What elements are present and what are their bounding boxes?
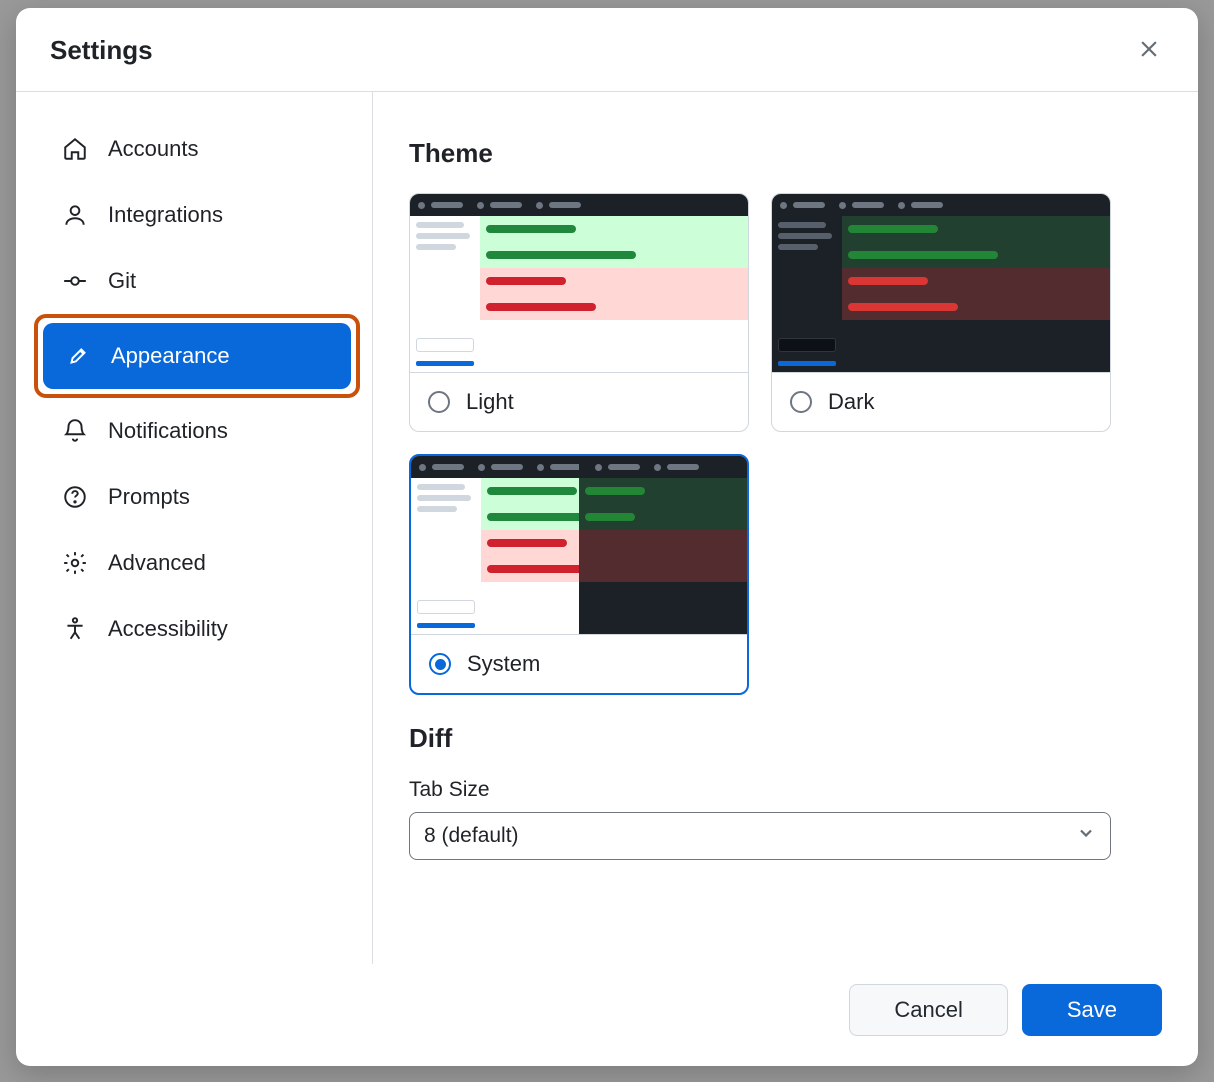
sidebar-item-notifications[interactable]: Notifications (40, 398, 354, 464)
git-commit-icon (62, 268, 88, 294)
radio-light[interactable] (428, 391, 450, 413)
theme-preview-light (410, 194, 748, 372)
paintbrush-icon (65, 343, 91, 369)
sidebar-item-accounts[interactable]: Accounts (40, 116, 354, 182)
sidebar-item-label: Appearance (111, 343, 230, 369)
close-button[interactable] (1132, 32, 1166, 69)
radio-dark[interactable] (790, 391, 812, 413)
tab-size-value: 8 (default) (424, 824, 519, 848)
modal-title: Settings (50, 35, 153, 66)
sidebar-item-label: Accounts (108, 136, 199, 162)
sidebar-item-advanced[interactable]: Advanced (40, 530, 354, 596)
theme-options: Light (409, 193, 1162, 695)
bell-icon (62, 418, 88, 444)
sidebar-item-label: Integrations (108, 202, 223, 228)
sidebar-item-label: Prompts (108, 484, 190, 510)
sidebar-item-highlight: Appearance (34, 314, 360, 398)
sidebar-item-appearance[interactable]: Appearance (43, 323, 351, 389)
sidebar-item-label: Accessibility (108, 616, 228, 642)
tab-size-label: Tab Size (409, 778, 1162, 802)
modal-body: Accounts Integrations Git A (16, 92, 1198, 964)
accessibility-icon (62, 616, 88, 642)
person-icon (62, 202, 88, 228)
settings-content: Theme (373, 92, 1198, 964)
settings-sidebar: Accounts Integrations Git A (16, 92, 373, 964)
sidebar-item-git[interactable]: Git (40, 248, 354, 314)
theme-label-text: System (467, 651, 540, 677)
modal-footer: Cancel Save (16, 964, 1198, 1066)
sidebar-item-prompts[interactable]: Prompts (40, 464, 354, 530)
home-icon (62, 136, 88, 162)
theme-option-dark[interactable]: Dark (771, 193, 1111, 432)
sidebar-item-label: Git (108, 268, 136, 294)
sidebar-item-accessibility[interactable]: Accessibility (40, 596, 354, 662)
close-icon (1138, 48, 1160, 63)
chevron-down-icon (1076, 823, 1096, 849)
modal-header: Settings (16, 8, 1198, 92)
settings-modal: Settings Accounts Integrations (16, 8, 1198, 1066)
theme-label-text: Light (466, 389, 514, 415)
theme-option-system[interactable]: System (409, 454, 749, 695)
diff-section-title: Diff (409, 723, 1162, 754)
cancel-button[interactable]: Cancel (849, 984, 1007, 1036)
theme-preview-system (411, 456, 747, 634)
sidebar-item-label: Advanced (108, 550, 206, 576)
save-button[interactable]: Save (1022, 984, 1162, 1036)
sidebar-item-integrations[interactable]: Integrations (40, 182, 354, 248)
question-circle-icon (62, 484, 88, 510)
sidebar-item-label: Notifications (108, 418, 228, 444)
theme-label-text: Dark (828, 389, 874, 415)
radio-system[interactable] (429, 653, 451, 675)
theme-section-title: Theme (409, 138, 1162, 169)
theme-preview-dark (772, 194, 1110, 372)
theme-option-light[interactable]: Light (409, 193, 749, 432)
tab-size-select[interactable]: 8 (default) (409, 812, 1111, 860)
gear-icon (62, 550, 88, 576)
